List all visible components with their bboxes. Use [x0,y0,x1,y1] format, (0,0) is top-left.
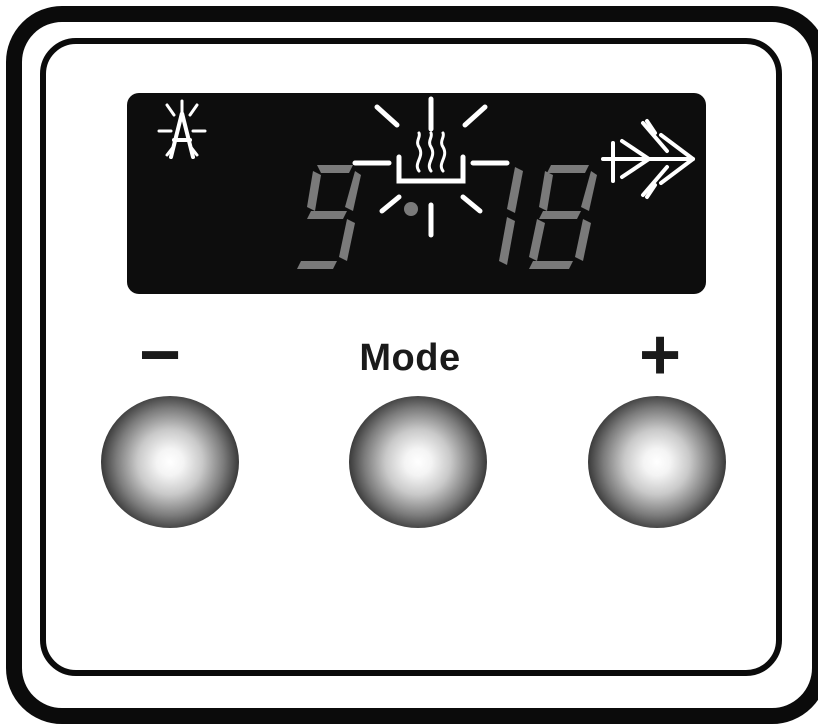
mode-label: Mode [359,337,461,379]
lcd-graphics [157,96,695,269]
fan-icon [601,119,695,199]
digit-one [499,167,523,265]
minus-label: − [138,315,182,395]
center-dot [404,202,418,216]
digit-eight [529,165,597,269]
mode-button[interactable] [349,396,487,528]
heater-icon [352,96,510,238]
auto-icon [157,99,207,159]
lcd-display: 9 18 [127,93,706,294]
minus-button[interactable] [101,396,239,528]
plus-button[interactable] [588,396,726,528]
plus-label: + [638,315,682,395]
digit-nine [297,165,361,269]
